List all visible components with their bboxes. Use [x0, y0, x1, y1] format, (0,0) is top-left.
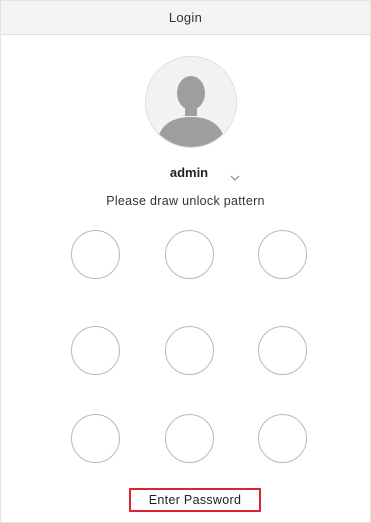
- login-window: Login admin Please draw unlock pattern E…: [0, 0, 371, 523]
- pattern-dot-3[interactable]: [258, 230, 307, 279]
- pattern-prompt: Please draw unlock pattern: [106, 194, 265, 208]
- pattern-dot-8[interactable]: [165, 414, 214, 463]
- title-bar: Login: [1, 1, 370, 35]
- pattern-dot-4[interactable]: [71, 326, 120, 375]
- user-avatar-icon: [145, 56, 237, 148]
- pattern-dot-6[interactable]: [258, 326, 307, 375]
- chevron-down-icon[interactable]: [230, 169, 240, 181]
- window-title: Login: [168, 10, 203, 25]
- pattern-dot-1[interactable]: [71, 230, 120, 279]
- username-label: admin: [169, 165, 209, 180]
- user-selector[interactable]: admin: [1, 163, 370, 183]
- pattern-dot-7[interactable]: [71, 414, 120, 463]
- pattern-dot-5[interactable]: [165, 326, 214, 375]
- pattern-dot-2[interactable]: [165, 230, 214, 279]
- unlock-pattern-grid[interactable]: [71, 230, 311, 470]
- pattern-dot-9[interactable]: [258, 414, 307, 463]
- enter-password-button[interactable]: Enter Password: [129, 488, 261, 512]
